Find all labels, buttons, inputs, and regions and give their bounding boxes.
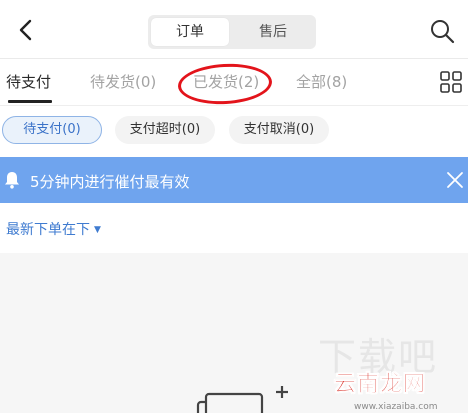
tabs-divider [0, 105, 468, 106]
chip-payment-cancelled[interactable]: 支付取消(0) [229, 116, 329, 144]
sort-label: 最新下单在下 [6, 222, 90, 238]
notice-text: 5分钟内进行催付最有效 [30, 173, 190, 191]
sort-dropdown[interactable]: 最新下单在下 ▼ [6, 219, 101, 239]
notice-bar: 5分钟内进行催付最有效 [0, 157, 468, 203]
search-icon[interactable] [428, 17, 456, 45]
top-bar: 订单 售后 [0, 0, 468, 60]
caret-down-icon: ▼ [94, 225, 101, 235]
order-type-switch: 订单 售后 [148, 15, 316, 49]
segment-orders[interactable]: 订单 [151, 18, 229, 46]
back-icon[interactable] [12, 16, 40, 44]
plus-icon [276, 386, 288, 398]
close-icon[interactable] [446, 171, 464, 189]
tab-all[interactable]: 全部(8) [296, 71, 347, 92]
active-tab-indicator [8, 100, 52, 103]
grid-icon[interactable] [440, 71, 462, 93]
bell-icon [5, 172, 19, 189]
tab-pending-payment[interactable]: 待支付 [6, 71, 51, 92]
chip-payment-timeout[interactable]: 支付超时(0) [115, 116, 215, 144]
empty-state-illustration [196, 392, 264, 413]
segment-after-sales[interactable]: 售后 [234, 18, 312, 46]
chip-pending-payment[interactable]: 待支付(0) [2, 116, 102, 144]
watermark-url: www.xiazaiba.com [354, 402, 438, 412]
tab-pending-shipment[interactable]: 待发货(0) [90, 71, 156, 92]
watermark-logo: 云南龙网 [334, 372, 427, 398]
